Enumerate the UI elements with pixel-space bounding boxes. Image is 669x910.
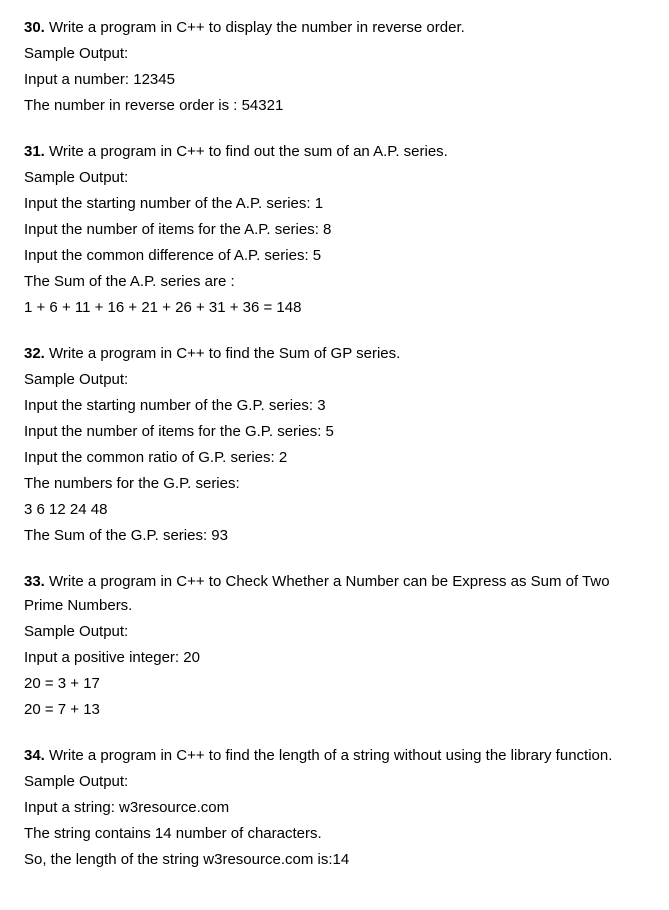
- exercise-output-line: 20 = 7 + 13: [24, 698, 645, 722]
- exercise-4: 33. Write a program in C++ to Check Whet…: [24, 570, 645, 722]
- exercise-output-line: The numbers for the G.P. series:: [24, 472, 645, 496]
- exercise-output-line: 3 6 12 24 48: [24, 498, 645, 522]
- exercise-output-line: Sample Output:: [24, 770, 645, 794]
- exercise-number: 32.: [24, 345, 45, 362]
- exercise-title: 33. Write a program in C++ to Check Whet…: [24, 570, 645, 618]
- exercise-output-line: Sample Output:: [24, 42, 645, 66]
- exercise-description: Write a program in C++ to find the Sum o…: [45, 345, 400, 362]
- exercise-5: 34. Write a program in C++ to find the l…: [24, 744, 645, 872]
- exercise-output-line: Sample Output:: [24, 166, 645, 190]
- exercise-number: 30.: [24, 19, 45, 36]
- exercise-3: 32. Write a program in C++ to find the S…: [24, 342, 645, 548]
- exercise-output-line: Sample Output:: [24, 620, 645, 644]
- exercise-output-line: The number in reverse order is : 54321: [24, 94, 645, 118]
- exercises-list: 30. Write a program in C++ to display th…: [24, 16, 645, 872]
- exercise-output-line: Input the common difference of A.P. seri…: [24, 244, 645, 268]
- exercise-output-line: Input the number of items for the G.P. s…: [24, 420, 645, 444]
- exercise-number: 33.: [24, 573, 45, 590]
- exercise-output-line: 1 + 6 + 11 + 16 + 21 + 26 + 31 + 36 = 14…: [24, 296, 645, 320]
- exercise-output-line: So, the length of the string w3resource.…: [24, 848, 645, 872]
- exercise-output-line: The string contains 14 number of charact…: [24, 822, 645, 846]
- exercise-output-line: 20 = 3 + 17: [24, 672, 645, 696]
- exercise-output-line: The Sum of the G.P. series: 93: [24, 524, 645, 548]
- exercise-output-line: Input the common ratio of G.P. series: 2: [24, 446, 645, 470]
- exercise-2: 31. Write a program in C++ to find out t…: [24, 140, 645, 320]
- exercise-number: 34.: [24, 747, 45, 764]
- exercise-description: Write a program in C++ to Check Whether …: [24, 573, 610, 614]
- exercise-description: Write a program in C++ to find out the s…: [45, 143, 448, 160]
- exercise-output-line: Input a string: w3resource.com: [24, 796, 645, 820]
- exercise-title: 34. Write a program in C++ to find the l…: [24, 744, 645, 768]
- exercise-output-line: Input the starting number of the A.P. se…: [24, 192, 645, 216]
- exercise-output-line: Sample Output:: [24, 368, 645, 392]
- exercise-output-line: Input the starting number of the G.P. se…: [24, 394, 645, 418]
- exercise-title: 31. Write a program in C++ to find out t…: [24, 140, 645, 164]
- exercise-output-line: The Sum of the A.P. series are :: [24, 270, 645, 294]
- exercise-output-line: Input a positive integer: 20: [24, 646, 645, 670]
- exercise-description: Write a program in C++ to find the lengt…: [45, 747, 613, 764]
- exercise-title: 32. Write a program in C++ to find the S…: [24, 342, 645, 366]
- exercise-1: 30. Write a program in C++ to display th…: [24, 16, 645, 118]
- exercise-output-line: Input a number: 12345: [24, 68, 645, 92]
- exercise-description: Write a program in C++ to display the nu…: [45, 19, 465, 36]
- exercise-output-line: Input the number of items for the A.P. s…: [24, 218, 645, 242]
- exercise-title: 30. Write a program in C++ to display th…: [24, 16, 645, 40]
- exercise-number: 31.: [24, 143, 45, 160]
